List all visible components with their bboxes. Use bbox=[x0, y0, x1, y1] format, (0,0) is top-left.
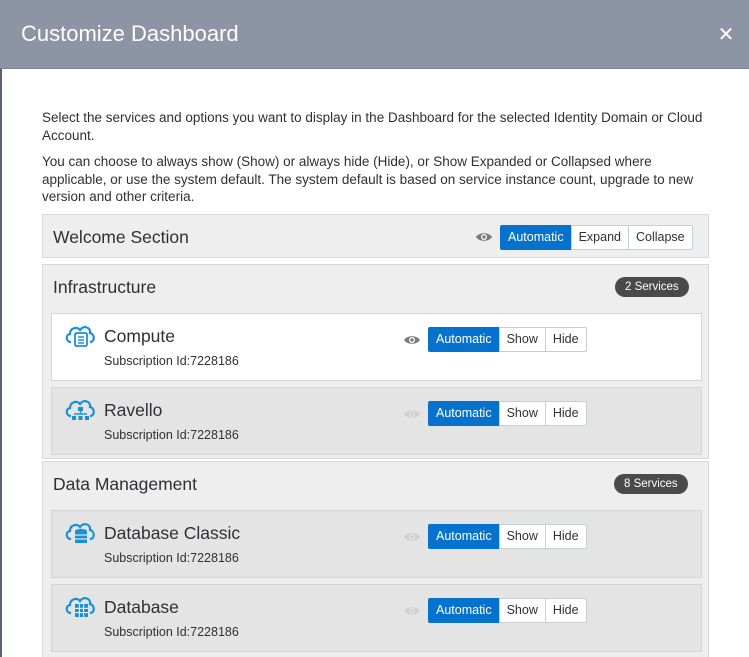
eye-icon[interactable] bbox=[475, 231, 493, 243]
database-display-options: Automatic Show Hide bbox=[428, 598, 587, 623]
welcome-section: Welcome Section Automatic Expand Collaps… bbox=[42, 214, 709, 258]
eye-icon[interactable] bbox=[403, 531, 421, 543]
service-name: Database bbox=[104, 597, 179, 617]
service-row-database-classic: Database Classic Subscription Id:7228186… bbox=[51, 510, 702, 578]
section-title-data-management: Data Management bbox=[53, 474, 197, 494]
automatic-button[interactable]: Automatic bbox=[428, 524, 500, 549]
compute-display-options: Automatic Show Hide bbox=[428, 327, 587, 352]
service-name: Compute bbox=[104, 326, 176, 346]
welcome-automatic-button[interactable]: Automatic bbox=[500, 225, 572, 250]
welcome-collapse-button[interactable]: Collapse bbox=[628, 225, 693, 250]
service-row-database: Database Subscription Id:7228186 Automat… bbox=[51, 584, 702, 652]
eye-icon[interactable] bbox=[403, 605, 421, 617]
dialog-title: Customize Dashboard bbox=[21, 21, 239, 46]
show-button[interactable]: Show bbox=[498, 401, 546, 426]
subscription-id: Subscription Id:7228186 bbox=[104, 625, 239, 639]
welcome-expand-button[interactable]: Expand bbox=[570, 225, 629, 250]
subscription-id: Subscription Id:7228186 bbox=[104, 354, 239, 368]
subscription-id: Subscription Id:7228186 bbox=[104, 428, 239, 442]
ravello-display-options: Automatic Show Hide bbox=[428, 401, 587, 426]
automatic-button[interactable]: Automatic bbox=[428, 327, 500, 352]
section-infrastructure: Infrastructure 2 Services Compute Subscr… bbox=[42, 264, 709, 459]
cloud-database-grid-icon bbox=[65, 597, 95, 617]
eye-icon[interactable] bbox=[403, 408, 421, 420]
cloud-database-icon bbox=[65, 523, 95, 543]
description-paragraph-1: Select the services and options you want… bbox=[42, 110, 703, 143]
automatic-button[interactable]: Automatic bbox=[428, 598, 500, 623]
database-classic-display-options: Automatic Show Hide bbox=[428, 524, 587, 549]
service-count-badge: 2 Services bbox=[615, 277, 689, 297]
hide-button[interactable]: Hide bbox=[544, 327, 587, 352]
service-row-ravello: Ravello Subscription Id:7228186 Automati… bbox=[51, 387, 702, 455]
section-title-infrastructure: Infrastructure bbox=[53, 277, 157, 297]
description-paragraph-2: You can choose to always show (Show) or … bbox=[42, 154, 694, 204]
welcome-display-options: Automatic Expand Collapse bbox=[500, 225, 693, 250]
show-button[interactable]: Show bbox=[498, 598, 546, 623]
dialog-header: Customize Dashboard ✕ bbox=[0, 0, 749, 69]
welcome-section-title: Welcome Section bbox=[53, 227, 189, 247]
service-name: Database Classic bbox=[104, 523, 241, 543]
eye-icon[interactable] bbox=[403, 334, 421, 346]
automatic-button[interactable]: Automatic bbox=[428, 401, 500, 426]
service-count-badge: 8 Services bbox=[614, 474, 688, 494]
subscription-id: Subscription Id:7228186 bbox=[104, 551, 239, 565]
section-data-management: Data Management 8 Services Database Clas… bbox=[42, 461, 709, 657]
show-button[interactable]: Show bbox=[498, 327, 546, 352]
dialog-body[interactable]: Select the services and options you want… bbox=[0, 69, 749, 657]
hide-button[interactable]: Hide bbox=[544, 598, 587, 623]
cloud-network-icon bbox=[65, 400, 95, 420]
close-icon[interactable]: ✕ bbox=[716, 25, 736, 45]
cloud-compute-icon bbox=[65, 326, 95, 347]
hide-button[interactable]: Hide bbox=[544, 401, 587, 426]
show-button[interactable]: Show bbox=[498, 524, 546, 549]
service-name: Ravello bbox=[104, 400, 163, 420]
service-row-compute: Compute Subscription Id:7228186 Automati… bbox=[51, 313, 702, 381]
hide-button[interactable]: Hide bbox=[544, 524, 587, 549]
